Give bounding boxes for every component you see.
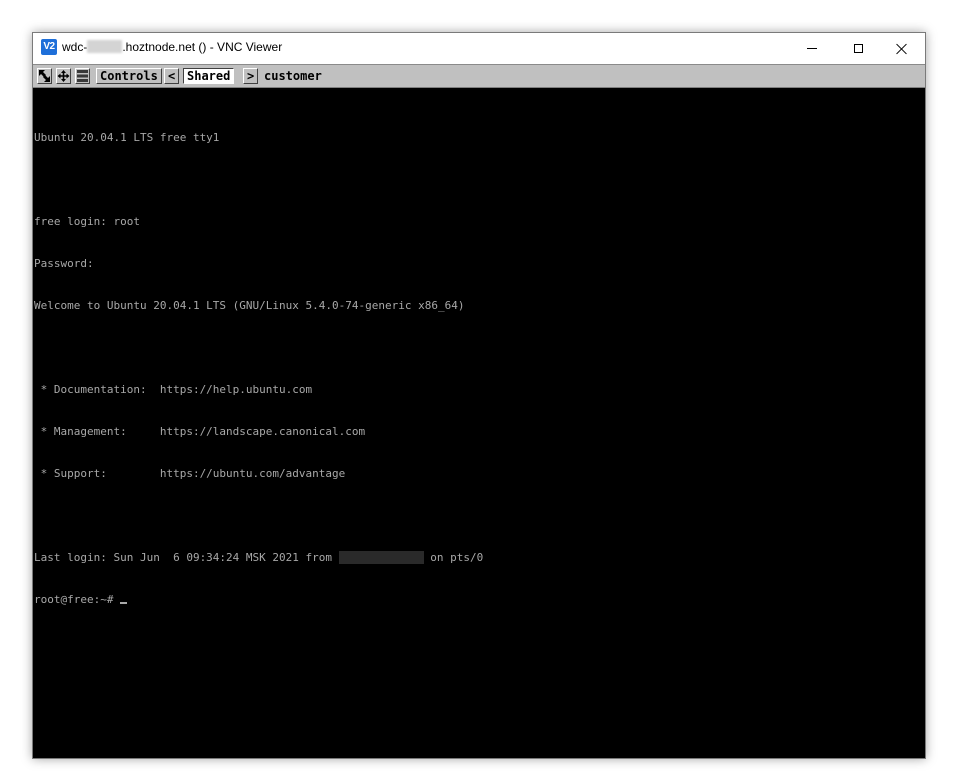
maximize-icon (853, 44, 863, 53)
maximize-button[interactable] (835, 33, 881, 64)
title-suffix: .hoztnode.net () - VNC Viewer (122, 40, 283, 54)
vnc-toolbar: Controls < Shared > customer (33, 64, 925, 88)
terminal-line: free login: root (34, 215, 140, 228)
terminal-line: Welcome to Ubuntu 20.04.1 LTS (GNU/Linux… (34, 299, 465, 312)
ctrl-alt-del-icon[interactable] (75, 68, 90, 84)
vnc-viewer-icon[interactable]: V2 (41, 39, 57, 55)
user-label: customer (264, 69, 322, 83)
shared-button[interactable]: Shared (183, 68, 235, 84)
shell-prompt: root@free:~# (34, 593, 121, 606)
terminal-line: Password: (34, 257, 94, 270)
last-login-line: Last login: Sun Jun 6 09:34:24 MSK 2021 … (34, 551, 483, 565)
terminal-line: Ubuntu 20.04.1 LTS free tty1 (34, 131, 220, 144)
prev-button[interactable]: < (164, 68, 180, 84)
remote-screen[interactable]: Ubuntu 20.04.1 LTS free tty1 free login:… (33, 88, 925, 758)
close-icon (896, 43, 908, 55)
text-cursor (120, 602, 128, 604)
title-prefix: wdc- (62, 40, 88, 54)
vnc-viewer-window: V2 wdc- .hoztnode.net () - VNC Viewer Co… (32, 32, 926, 759)
redacted-hostname (87, 40, 123, 53)
title-bar[interactable]: V2 wdc- .hoztnode.net () - VNC Viewer (33, 33, 925, 64)
redacted-ip (338, 551, 424, 564)
last-login-prefix: Last login: Sun Jun 6 09:34:24 MSK 2021 … (34, 551, 339, 564)
move-arrows-icon[interactable] (56, 68, 71, 84)
minimize-icon (807, 48, 817, 49)
terminal-line: * Management: https://landscape.canonica… (34, 425, 366, 438)
controls-button[interactable]: Controls (96, 68, 162, 84)
terminal-line: * Documentation: https://help.ubuntu.com (34, 383, 313, 396)
minimize-button[interactable] (789, 33, 835, 64)
scale-arrow-icon[interactable] (37, 68, 52, 84)
terminal-line: * Support: https://ubuntu.com/advantage (34, 467, 346, 480)
terminal-output: Ubuntu 20.04.1 LTS free tty1 free login:… (34, 103, 483, 635)
window-title: wdc- .hoztnode.net () - VNC Viewer (62, 40, 282, 54)
prompt-line[interactable]: root@free:~# (34, 593, 483, 607)
last-login-suffix: on pts/0 (423, 551, 484, 564)
next-button[interactable]: > (243, 68, 259, 84)
close-button[interactable] (879, 33, 925, 64)
